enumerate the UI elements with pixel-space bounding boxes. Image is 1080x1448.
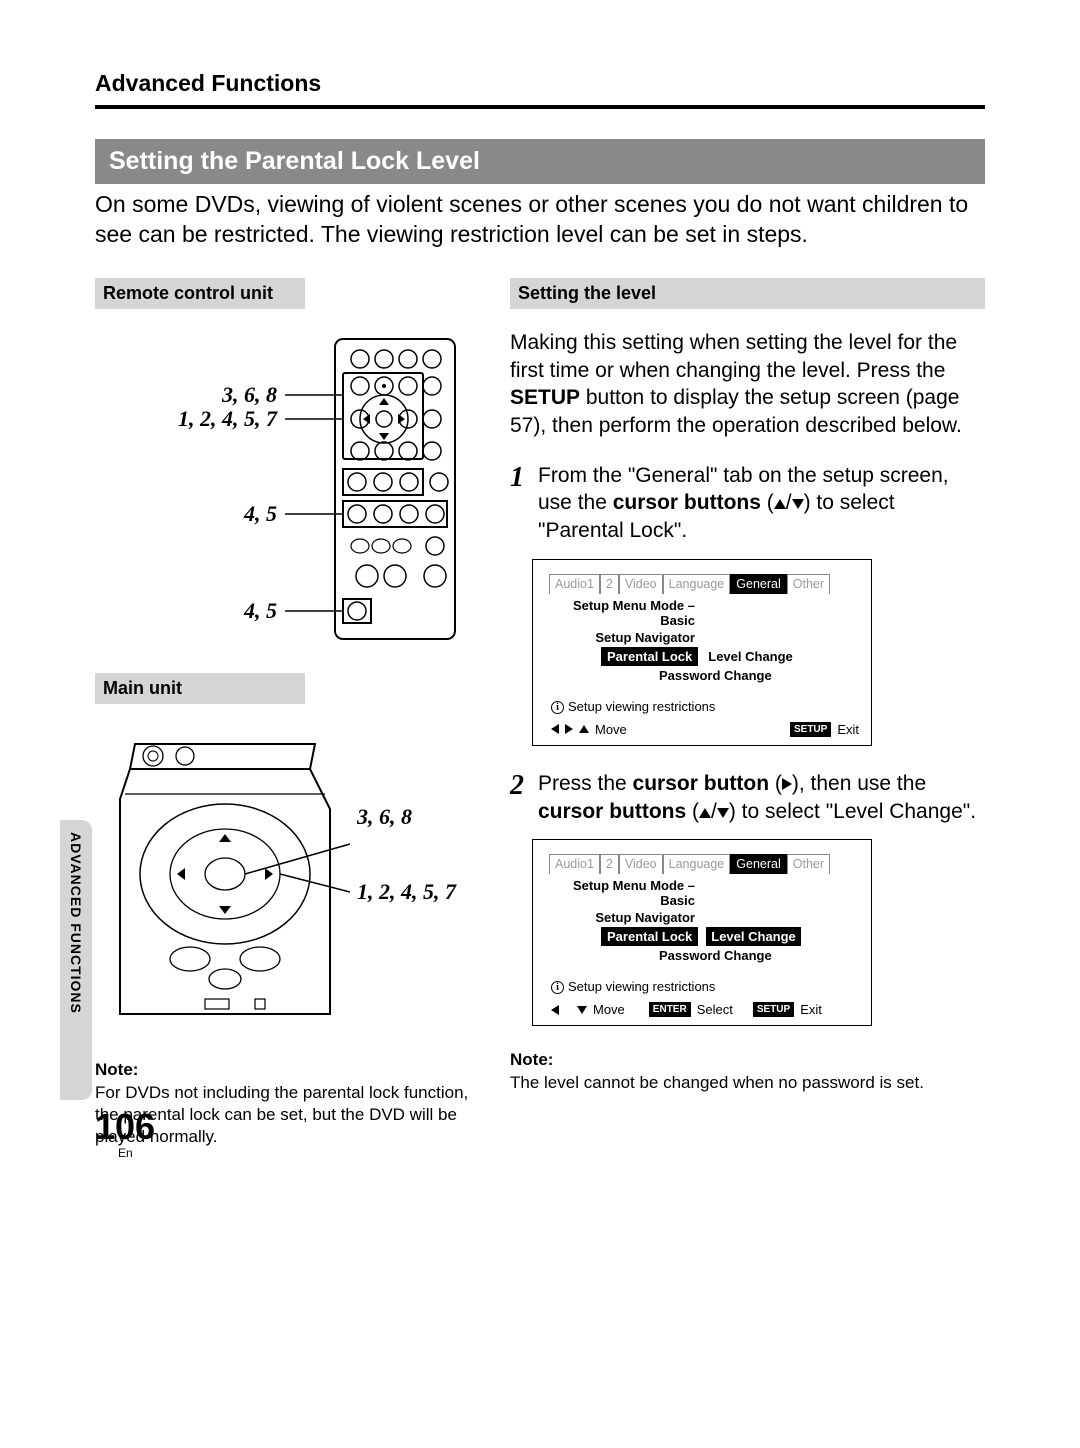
- right-intro-a: Making this setting when setting the lev…: [510, 331, 957, 382]
- right-note-text: The level cannot be changed when no pass…: [510, 1072, 985, 1094]
- remote-diagram: 3, 6, 8 1, 2, 4, 5, 7 4, 5 4, 5: [95, 331, 480, 651]
- osd2-parental-lock-selected: Parental Lock: [601, 927, 698, 946]
- osd-info-1: iSetup viewing restrictions: [551, 699, 859, 714]
- step-2: 2 Press the cursor button (), then use t…: [510, 770, 985, 825]
- document-page: Advanced Functions Setting the Parental …: [0, 0, 1080, 1178]
- setup-button-label: SETUP: [790, 722, 831, 737]
- down-arrow-icon-2: [717, 808, 729, 818]
- osd-screen-1: Audio1 2 Video Language General Other Se…: [532, 559, 872, 746]
- enter-button-label: ENTER: [649, 1002, 691, 1017]
- setup-button-label-2: SETUP: [753, 1002, 794, 1017]
- label-1-2-4-5-7: 1, 2, 4, 5, 7: [178, 406, 278, 431]
- step-1: 1 From the "General" tab on the setup sc…: [510, 462, 985, 545]
- step-2-text: Press the cursor button (), then use the…: [538, 770, 985, 825]
- osd-password-change: Password Change: [657, 668, 772, 683]
- osd-tabs-2: Audio1 2 Video Language General Other: [549, 854, 859, 874]
- section-header: Advanced Functions: [95, 70, 985, 109]
- main-unit-header: Main unit: [95, 673, 305, 704]
- label-4-5-b: 4, 5: [243, 598, 277, 623]
- osd-level-change: Level Change: [706, 649, 793, 664]
- left-note-heading: Note:: [95, 1060, 480, 1080]
- two-column-layout: Remote control unit: [95, 278, 985, 1148]
- osd-row-menumode: Setup Menu Mode – Basic: [545, 598, 705, 628]
- main-label-1-2-4-5-7: 1, 2, 4, 5, 7: [357, 879, 457, 904]
- left-column: Remote control unit: [95, 278, 480, 1148]
- chapter-tab-label: ADVANCED FUNCTIONS: [68, 832, 84, 1014]
- right-arrow-icon: [565, 724, 573, 734]
- osd-tab-audio1: Audio1: [549, 574, 600, 594]
- intro-paragraph: On some DVDs, viewing of violent scenes …: [95, 190, 985, 250]
- osd-screen-2: Audio1 2 Video Language General Other Se…: [532, 839, 872, 1026]
- osd2-level-change-selected: Level Change: [706, 927, 801, 946]
- page-language: En: [118, 1146, 133, 1160]
- right-intro: Making this setting when setting the lev…: [510, 329, 985, 440]
- info-icon-2: i: [551, 981, 564, 994]
- osd-row-navigator: Setup Navigator: [545, 630, 705, 645]
- remote-control-icon: 3, 6, 8 1, 2, 4, 5, 7 4, 5 4, 5: [95, 331, 480, 651]
- right-note-heading: Note:: [510, 1050, 985, 1070]
- osd-tab-other: Other: [787, 574, 830, 594]
- osd-nav-1: Move SETUP Exit: [551, 722, 859, 737]
- down-arrow-icon: [792, 499, 804, 509]
- osd-tabs: Audio1 2 Video Language General Other: [549, 574, 859, 594]
- label-3-6-8: 3, 6, 8: [221, 382, 277, 407]
- main-label-3-6-8: 3, 6, 8: [356, 804, 412, 829]
- info-icon: i: [551, 701, 564, 714]
- right-arrow-icon: [782, 778, 792, 790]
- up-arrow-icon: [774, 499, 786, 509]
- left-arrow-icon-2: [551, 1005, 559, 1015]
- osd-nav-2: Move ENTER Select SETUP Exit: [551, 1002, 859, 1017]
- osd-info-2: iSetup viewing restrictions: [551, 979, 859, 994]
- step-1-number: 1: [510, 462, 538, 545]
- osd-tab-video: Video: [619, 574, 663, 594]
- page-number: 106: [95, 1106, 155, 1148]
- step-2-number: 2: [510, 770, 538, 825]
- osd-tab-general: General: [730, 574, 786, 594]
- up-arrow-icon-2: [699, 808, 711, 818]
- up-arrow-small-icon: [579, 725, 589, 733]
- osd-tab-2: 2: [600, 574, 619, 594]
- step-1-text: From the "General" tab on the setup scre…: [538, 462, 985, 545]
- osd-parental-lock-selected: Parental Lock: [601, 647, 698, 666]
- osd-tab-language: Language: [663, 574, 731, 594]
- setting-level-header: Setting the level: [510, 278, 985, 309]
- chapter-tab: ADVANCED FUNCTIONS: [60, 820, 92, 1100]
- main-unit-icon: 3, 6, 8 1, 2, 4, 5, 7: [95, 724, 480, 1044]
- left-arrow-icon: [551, 724, 559, 734]
- main-unit-diagram: 3, 6, 8 1, 2, 4, 5, 7: [95, 724, 480, 1044]
- down-arrow-small-icon: [577, 1006, 587, 1014]
- right-column: Setting the level Making this setting wh…: [510, 278, 985, 1148]
- title-bar: Setting the Parental Lock Level: [95, 139, 985, 184]
- label-4-5-a: 4, 5: [243, 501, 277, 526]
- remote-control-header: Remote control unit: [95, 278, 305, 309]
- setup-button-name: SETUP: [510, 386, 580, 409]
